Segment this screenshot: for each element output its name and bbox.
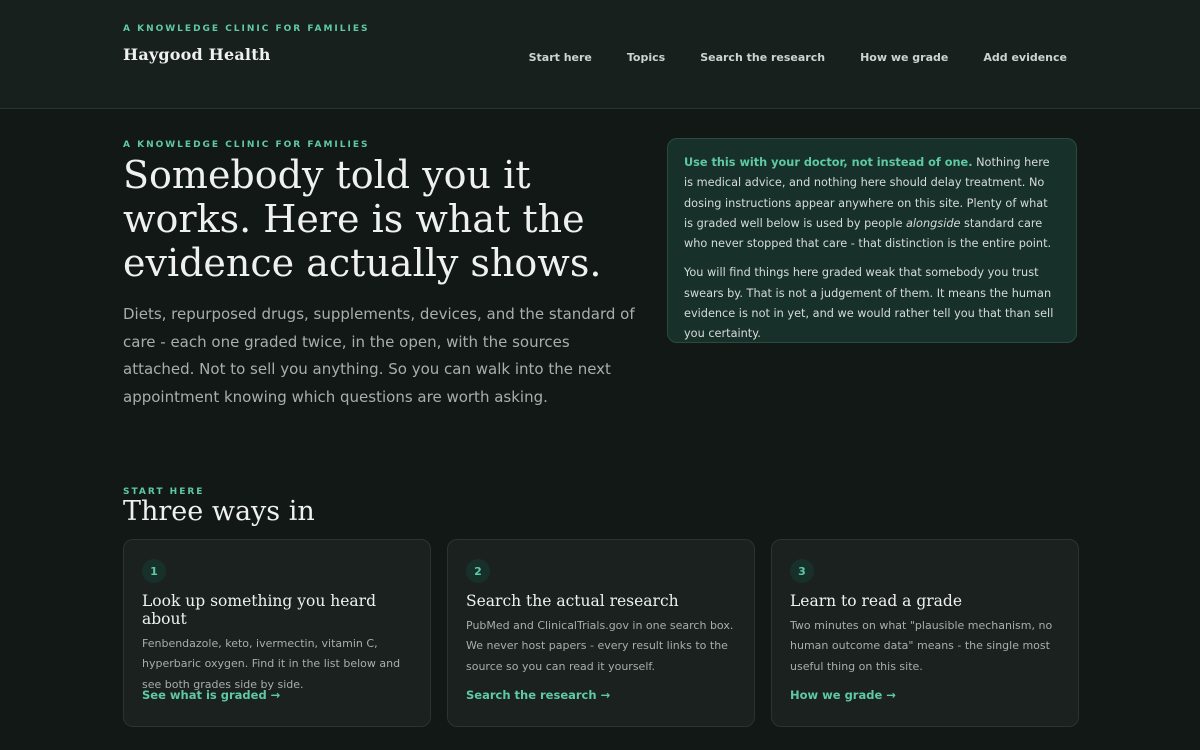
disclaimer-paragraph-2: You will find things here graded weak th…	[684, 266, 1054, 341]
section-title: Three ways in	[123, 496, 315, 527]
hero-eyebrow: A KNOWLEDGE CLINIC FOR FAMILIES	[123, 140, 370, 150]
nav-add-evidence[interactable]: Add evidence	[983, 51, 1067, 64]
main-nav: Start here Topics Search the research Ho…	[529, 51, 1067, 64]
disclaimer-paragraph-1: Use this with your doctor, not instead o…	[684, 153, 1060, 254]
nav-how-we-grade[interactable]: How we grade	[860, 51, 948, 64]
brand-logo[interactable]: Haygood Health	[123, 45, 271, 64]
disclaimer-lead: Use this with your doctor, not instead o…	[684, 156, 973, 169]
card-number-badge: 3	[790, 559, 814, 583]
card-body: Two minutes on what "plausible mechanism…	[790, 619, 1053, 673]
card-search-research: 2 Search the actual research PubMed and …	[447, 539, 755, 727]
search-the-research-link[interactable]: Search the research →	[466, 688, 610, 702]
card-look-up: 1 Look up something you heard about Fenb…	[123, 539, 431, 727]
hero-subtitle: Diets, repurposed drugs, supplements, de…	[123, 305, 635, 406]
card-title: Learn to read a grade	[790, 592, 963, 610]
nav-topics[interactable]: Topics	[627, 51, 665, 64]
card-title: Search the actual research	[466, 592, 679, 610]
card-body: Fenbendazole, keto, ivermectin, vitamin …	[142, 637, 401, 691]
card-number-badge: 1	[142, 559, 166, 583]
ways-in-cards: 1 Look up something you heard about Fenb…	[123, 539, 1079, 727]
brand-eyebrow: A KNOWLEDGE CLINIC FOR FAMILIES	[123, 24, 370, 34]
how-we-grade-link[interactable]: How we grade →	[790, 688, 896, 702]
card-number-badge: 2	[466, 559, 490, 583]
disclaimer-emphasis: alongside	[906, 216, 961, 230]
nav-start-here[interactable]: Start here	[529, 51, 592, 64]
site-header: A KNOWLEDGE CLINIC FOR FAMILIES Haygood …	[0, 0, 1200, 109]
medical-disclaimer: Use this with your doctor, not instead o…	[667, 138, 1077, 343]
see-what-is-graded-link[interactable]: See what is graded →	[142, 688, 280, 702]
card-learn-grade: 3 Learn to read a grade Two minutes on w…	[771, 539, 1079, 727]
card-body: PubMed and ClinicalTrials.gov in one sea…	[466, 619, 734, 673]
hero-title: Somebody told you it works. Here is what…	[123, 153, 602, 285]
card-title: Look up something you heard about	[142, 592, 376, 628]
nav-search-research[interactable]: Search the research	[700, 51, 825, 64]
